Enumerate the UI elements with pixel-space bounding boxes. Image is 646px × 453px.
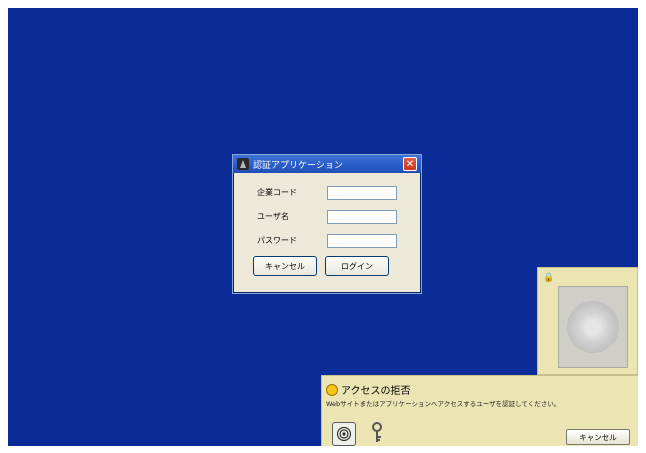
login-button[interactable]: ログイン	[325, 256, 389, 276]
password-label: パスワード	[257, 236, 297, 245]
username-label: ユーザ名	[257, 212, 289, 221]
access-denied-panel: アクセスの拒否 Webサイトまたはアプリケーションへアクセスするユーザを認証して…	[321, 375, 638, 446]
cancel-button[interactable]: キャンセル	[253, 256, 317, 276]
dialog-buttons: キャンセル ログイン	[241, 256, 413, 276]
warning-icon	[326, 383, 338, 396]
dialog-titlebar[interactable]: 認証アプリケーション ✕	[233, 155, 421, 173]
access-tools	[332, 422, 384, 446]
access-heading: アクセスの拒否	[326, 382, 411, 397]
username-row: ユーザ名	[241, 207, 413, 226]
login-dialog: 認証アプリケーション ✕ 企業コード ユーザ名 パスワード キャンセル ログイン	[232, 154, 422, 294]
key-icon[interactable]	[370, 422, 384, 446]
dialog-title: 認証アプリケーション	[253, 160, 343, 171]
fingerprint-frame	[558, 286, 628, 368]
company-code-row: 企業コード	[241, 183, 413, 202]
close-button[interactable]: ✕	[403, 157, 417, 171]
fingerprint-icon	[336, 426, 352, 442]
app-icon	[237, 158, 249, 170]
password-row: パスワード	[241, 231, 413, 250]
desktop: 認証アプリケーション ✕ 企業コード ユーザ名 パスワード キャンセル ログイン…	[8, 8, 638, 446]
fingerprint-button[interactable]	[332, 422, 356, 446]
username-input[interactable]	[327, 209, 397, 224]
company-code-label: 企業コード	[257, 188, 297, 197]
side-panel: 🔒	[537, 267, 638, 375]
login-form: 企業コード ユーザ名 パスワード キャンセル ログイン	[233, 173, 421, 276]
access-heading-text: アクセスの拒否	[341, 386, 411, 397]
fingerprint-sensor-icon	[567, 301, 619, 353]
lock-icon: 🔒	[543, 273, 555, 283]
password-input[interactable]	[327, 233, 397, 248]
access-description: Webサイトまたはアプリケーションへアクセスするユーザを認証してください。	[326, 400, 561, 408]
access-cancel-button[interactable]: キャンセル	[566, 429, 630, 445]
company-code-input[interactable]	[327, 185, 397, 200]
